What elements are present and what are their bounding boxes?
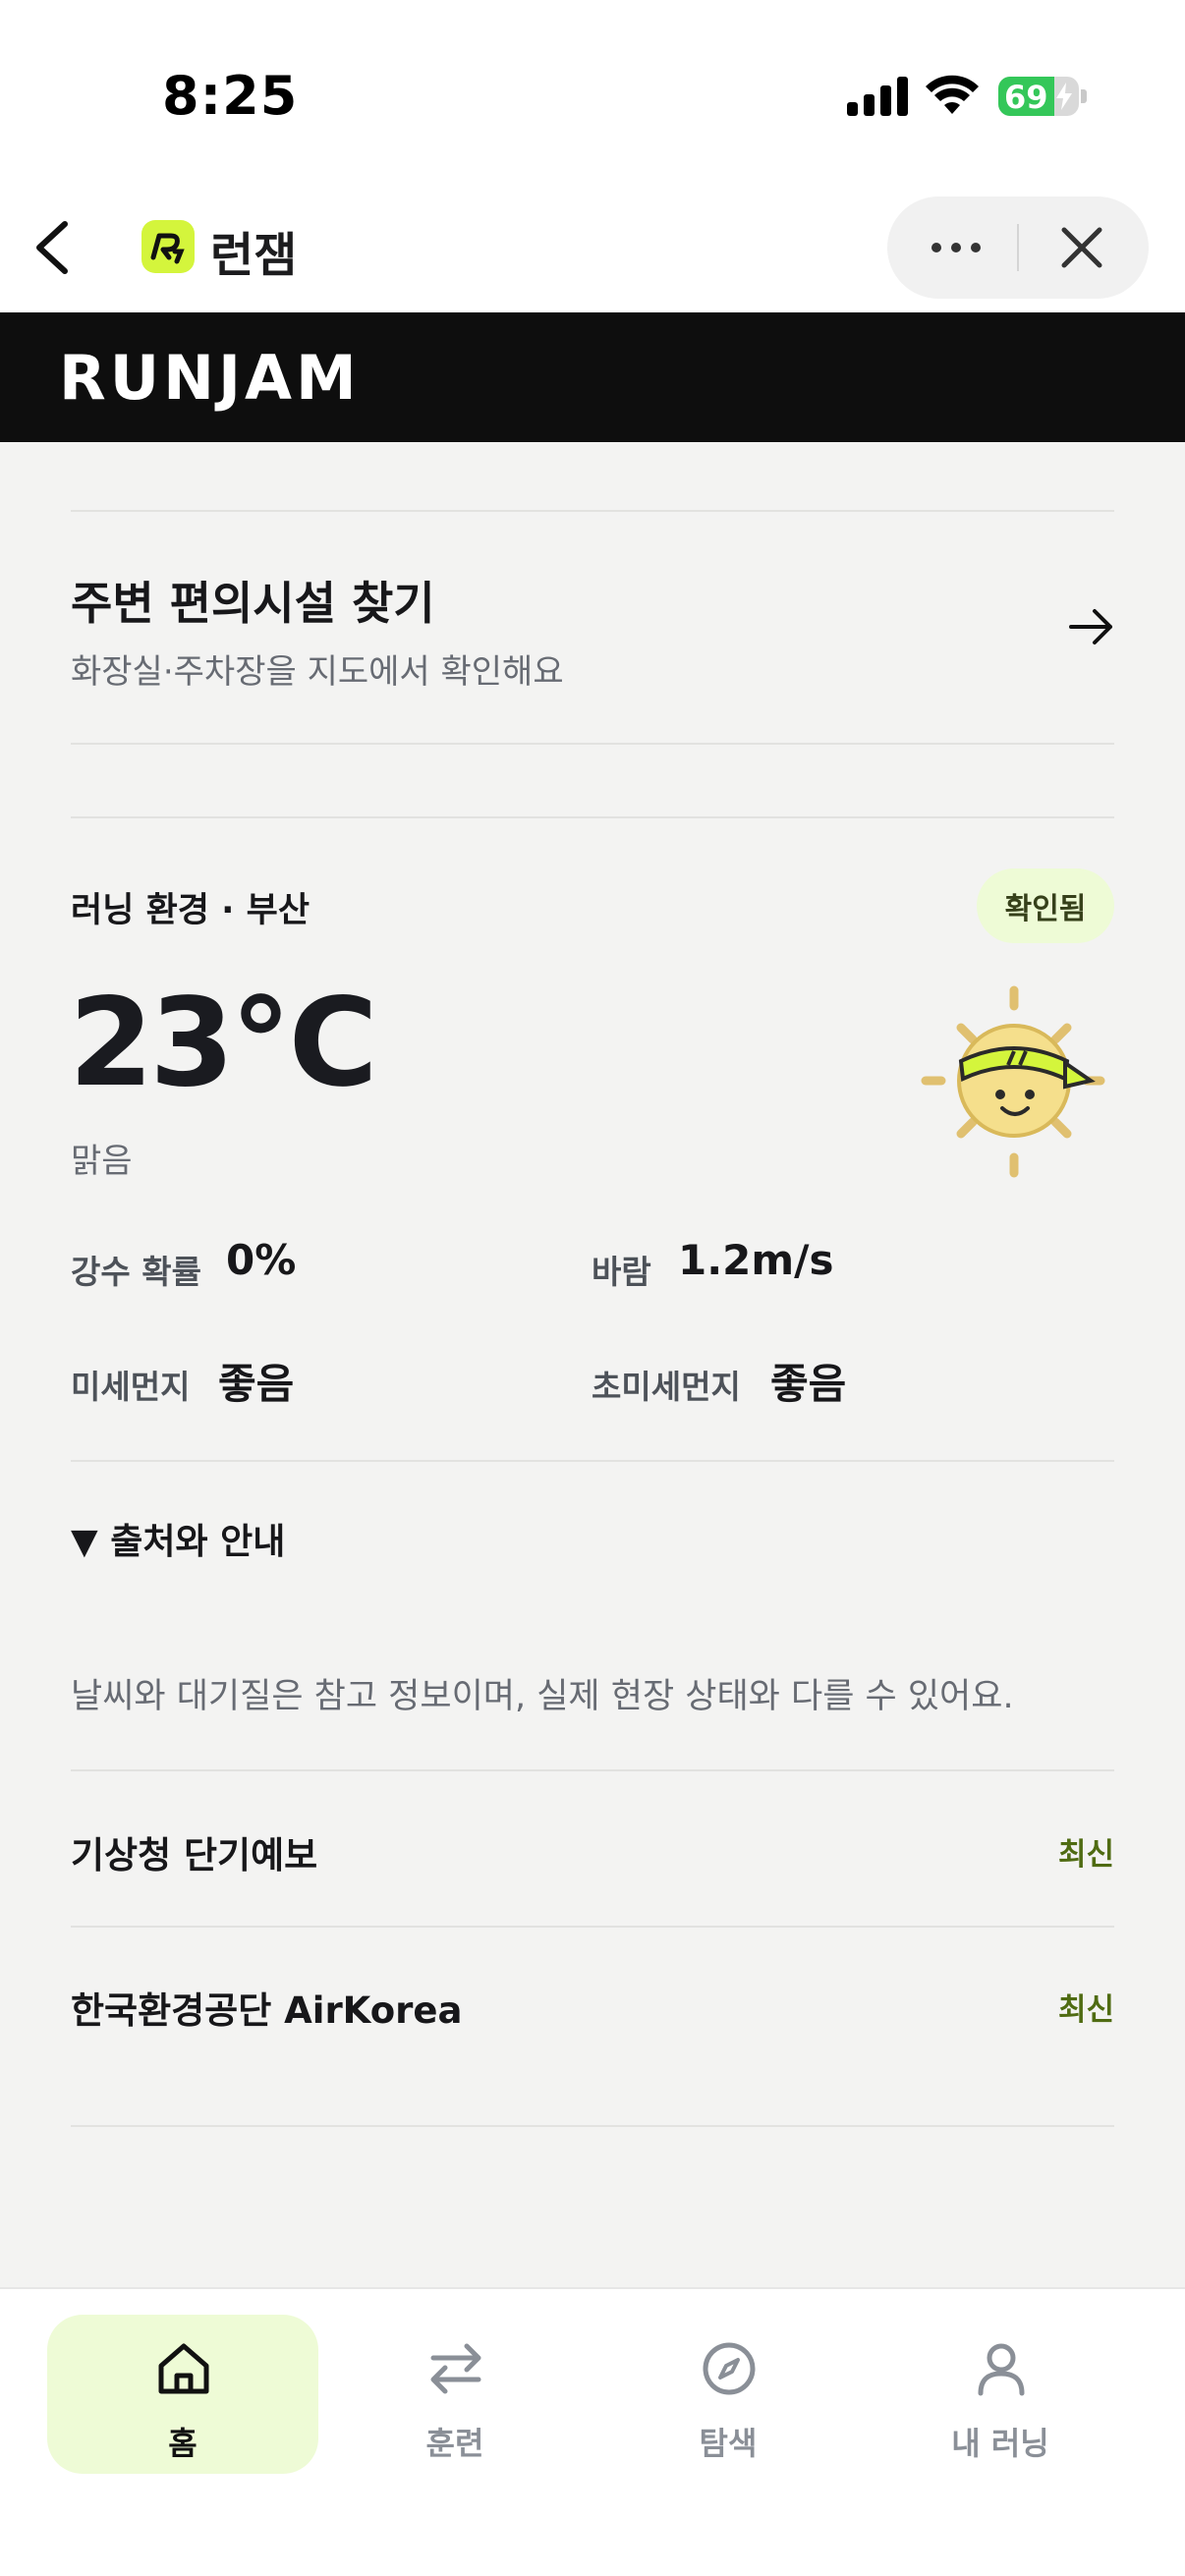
source-status: 최신	[1057, 1992, 1114, 2028]
tab-explore[interactable]: 탐색	[592, 2315, 864, 2474]
sources-toggle[interactable]: ▼ 출처와 안내	[71, 1513, 285, 1564]
disclaimer-text: 날씨와 대기질은 참고 정보이며, 실제 현장 상태와 다를 수 있어요.	[71, 1677, 1014, 1716]
divider	[71, 1926, 1114, 1928]
nav-header: 런잼	[0, 196, 1185, 312]
metric-value-wind: 1.2m/s	[678, 1236, 834, 1284]
tab-label: 탐색	[699, 2425, 758, 2462]
brand-banner: RUNJAM	[0, 312, 1185, 442]
divider	[71, 743, 1114, 745]
home-icon	[158, 2343, 209, 2394]
app-title: 런잼	[210, 228, 298, 283]
facility-title: 주변 편의시설 찾기	[71, 577, 435, 630]
status-bar: 8:25 69	[0, 0, 1185, 196]
tab-training[interactable]: 훈련	[319, 2315, 591, 2474]
cellular-signal-icon	[847, 77, 908, 116]
charging-bolt-icon	[1056, 83, 1072, 110]
divider	[71, 1769, 1114, 1771]
person-icon	[978, 2343, 1025, 2396]
close-icon[interactable]	[1056, 222, 1107, 273]
tab-label: 내 러닝	[951, 2425, 1049, 2462]
tab-my-running[interactable]: 내 러닝	[865, 2315, 1136, 2474]
swap-arrows-icon	[430, 2343, 481, 2394]
brand-logo-text: RUNJAM	[59, 342, 361, 414]
pill-divider	[1017, 224, 1019, 271]
status-badge: 확인됨	[977, 868, 1114, 943]
metric-value-fine-dust: 좋음	[218, 1360, 295, 1408]
app-logo-icon	[141, 220, 195, 273]
metric-value-ultrafine-dust: 좋음	[770, 1360, 847, 1408]
status-time: 8:25	[162, 65, 299, 127]
bottom-tab-bar: 홈 훈련 탐색 내 러닝	[0, 2287, 1185, 2576]
metric-label-ultrafine-dust: 초미세먼지	[592, 1368, 741, 1406]
more-options-icon[interactable]	[927, 226, 986, 269]
divider	[71, 2125, 1114, 2127]
weather-location-label: 러닝 환경 · 부산	[71, 891, 310, 930]
wifi-icon	[926, 75, 979, 114]
metric-value-precipitation: 0%	[226, 1236, 297, 1284]
metric-label-wind: 바람	[592, 1253, 651, 1291]
sunny-mascot-icon	[921, 985, 1105, 1178]
temperature: 23℃	[69, 973, 378, 1114]
tab-label: 홈	[168, 2425, 198, 2462]
back-button[interactable]	[26, 216, 85, 279]
metric-label-precipitation: 강수 확률	[71, 1253, 201, 1291]
divider	[71, 816, 1114, 818]
metric-label-fine-dust: 미세먼지	[71, 1368, 191, 1406]
weather-condition: 맑음	[71, 1142, 133, 1181]
battery-level: 69	[1004, 79, 1048, 116]
arrow-right-icon	[1069, 609, 1112, 644]
compass-icon	[703, 2342, 756, 2395]
nav-actions-pill	[887, 196, 1149, 299]
source-name: 한국환경공단 AirKorea	[71, 1989, 463, 2032]
tab-home[interactable]: 홈	[47, 2315, 318, 2474]
facility-finder-card[interactable]: 주변 편의시설 찾기 화장실·주차장을 지도에서 확인해요	[71, 511, 1114, 743]
tab-label: 훈련	[425, 2425, 484, 2462]
source-name: 기상청 단기예보	[71, 1834, 318, 1876]
battery-tip	[1081, 89, 1087, 103]
facility-subtitle: 화장실·주차장을 지도에서 확인해요	[71, 652, 564, 692]
source-status: 최신	[1057, 1837, 1114, 1873]
divider	[71, 1460, 1114, 1462]
battery-icon: 69	[998, 77, 1079, 116]
